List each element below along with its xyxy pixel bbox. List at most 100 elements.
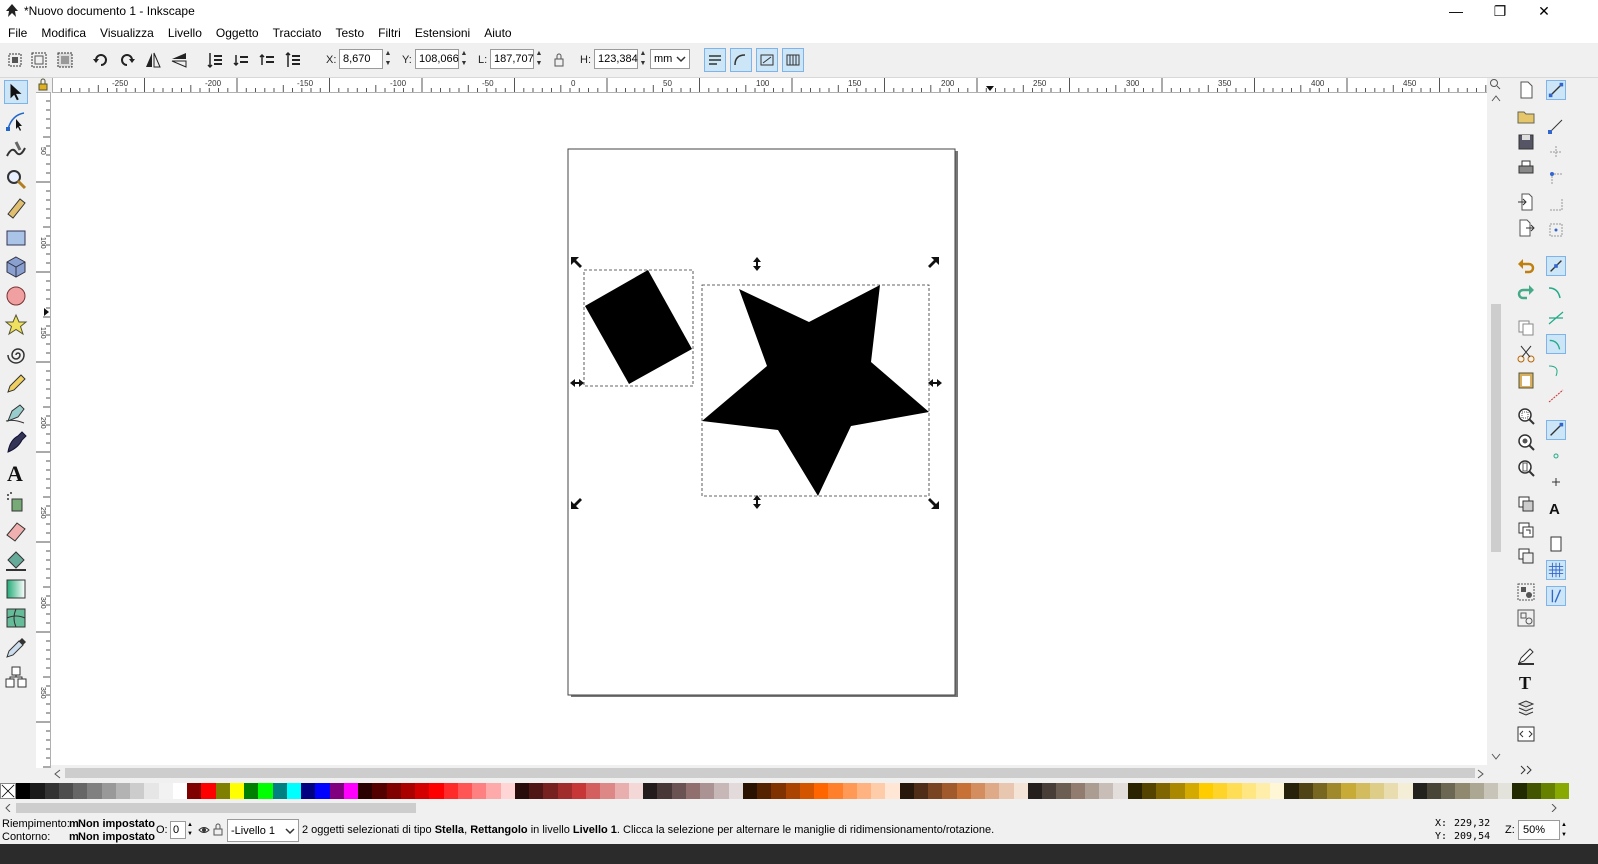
- palette-swatch[interactable]: [44, 783, 59, 799]
- palette-swatch[interactable]: [1512, 783, 1527, 799]
- palette-swatch[interactable]: [942, 783, 957, 799]
- palette-swatch[interactable]: [1341, 783, 1356, 799]
- menu-testo[interactable]: Testo: [328, 26, 371, 40]
- palette-swatch[interactable]: [1540, 783, 1555, 799]
- snap-bbox-edge-icon[interactable]: [1546, 142, 1566, 162]
- scroll-right-icon[interactable]: [1477, 769, 1485, 779]
- undo-icon[interactable]: [1516, 256, 1536, 276]
- new-document-icon[interactable]: [1516, 80, 1536, 100]
- no-paint-swatch-icon[interactable]: [0, 783, 16, 799]
- palette-swatch[interactable]: [1455, 783, 1470, 799]
- palette-swatch[interactable]: [1298, 783, 1313, 799]
- import-icon[interactable]: [1516, 192, 1536, 212]
- palette-swatch[interactable]: [586, 783, 601, 799]
- unlink-clone-icon[interactable]: [1516, 546, 1536, 566]
- fill-stroke-icon[interactable]: [1516, 646, 1536, 666]
- palette-swatch[interactable]: [1483, 783, 1498, 799]
- palette-swatch[interactable]: [172, 783, 187, 799]
- palette-swatch[interactable]: [343, 783, 358, 799]
- select-all-icon[interactable]: [6, 51, 24, 69]
- palette-scroll-thumb[interactable]: [16, 803, 416, 813]
- palette-swatch[interactable]: [115, 783, 130, 799]
- lower-to-bottom-icon[interactable]: [206, 51, 224, 69]
- pencil-tool[interactable]: [4, 372, 28, 396]
- snap-nodes-icon[interactable]: [1546, 256, 1566, 276]
- ellipse-tool[interactable]: [4, 284, 28, 308]
- layer-lock-icon[interactable]: [213, 823, 223, 836]
- vertical-scrollbar[interactable]: [1490, 92, 1502, 764]
- palette-swatch[interactable]: [1056, 783, 1071, 799]
- palette-swatch[interactable]: [700, 783, 715, 799]
- palette-swatch[interactable]: [543, 783, 558, 799]
- text-tool[interactable]: A: [4, 460, 28, 486]
- palette-swatch[interactable]: [1441, 783, 1456, 799]
- palette-swatch[interactable]: [272, 783, 287, 799]
- snap-grid-icon[interactable]: [1546, 560, 1566, 580]
- palette-swatch[interactable]: [885, 783, 900, 799]
- selector-tool[interactable]: [4, 80, 28, 104]
- palette-swatch[interactable]: [1255, 783, 1270, 799]
- tweak-tool[interactable]: [4, 138, 28, 162]
- palette-swatch[interactable]: [258, 783, 273, 799]
- canvas-svg[interactable]: [51, 93, 1487, 765]
- gradient-tool[interactable]: [4, 577, 28, 601]
- palette-swatch[interactable]: [1213, 783, 1228, 799]
- zoom-drawing-icon[interactable]: [1516, 432, 1536, 452]
- snap-smooth-nodes-icon[interactable]: [1546, 360, 1566, 380]
- zoom-spin-arrows[interactable]: ▲ ▼: [1561, 820, 1569, 840]
- more-chevron-icon[interactable]: [1516, 760, 1536, 780]
- palette-swatch[interactable]: [757, 783, 772, 799]
- horizontal-scroll-thumb[interactable]: [65, 768, 1475, 778]
- zoom-input[interactable]: 50%: [1518, 820, 1560, 840]
- palette-swatch[interactable]: [628, 783, 643, 799]
- node-tool[interactable]: [4, 109, 28, 133]
- palette-swatch[interactable]: [899, 783, 914, 799]
- palette-swatch[interactable]: [286, 783, 301, 799]
- menu-oggetto[interactable]: Oggetto: [209, 26, 266, 40]
- rotate-ccw-icon[interactable]: [92, 51, 110, 69]
- 3d-box-tool[interactable]: [4, 255, 28, 279]
- horizontal-scrollbar[interactable]: [51, 766, 1487, 780]
- horizontal-ruler[interactable]: -250 -200 -150 -100 -50 0 50 100 150 200…: [52, 78, 1487, 93]
- zoom-correction-icon[interactable]: [1489, 78, 1501, 90]
- palette-swatch[interactable]: [671, 783, 686, 799]
- rectangle-tool[interactable]: [4, 226, 28, 250]
- palette-swatch[interactable]: [472, 783, 487, 799]
- deselect-icon[interactable]: [56, 51, 74, 69]
- palette-swatch[interactable]: [814, 783, 829, 799]
- palette-swatch[interactable]: [244, 783, 259, 799]
- palette-swatch[interactable]: [486, 783, 501, 799]
- palette-swatch[interactable]: [1127, 783, 1142, 799]
- palette-swatch[interactable]: [386, 783, 401, 799]
- guide-lock-icon[interactable]: [37, 78, 49, 91]
- snap-enable-icon[interactable]: [1546, 80, 1566, 100]
- move-patterns-toggle[interactable]: [782, 48, 804, 72]
- paint-bucket-tool[interactable]: [4, 548, 28, 572]
- snap-rotation-center-icon[interactable]: [1546, 472, 1566, 492]
- menu-file[interactable]: File: [0, 26, 34, 40]
- snap-intersections-icon[interactable]: [1546, 308, 1566, 328]
- snap-midpoints-icon[interactable]: [1546, 386, 1566, 406]
- palette-swatch[interactable]: [1384, 783, 1399, 799]
- palette-swatch[interactable]: [714, 783, 729, 799]
- palette-swatch[interactable]: [856, 783, 871, 799]
- width-input[interactable]: 187,707: [490, 49, 534, 69]
- palette-swatch[interactable]: [372, 783, 387, 799]
- palette-swatch[interactable]: [187, 783, 202, 799]
- palette-swatch[interactable]: [229, 783, 244, 799]
- open-folder-icon[interactable]: [1516, 106, 1536, 126]
- ungroup-icon[interactable]: [1516, 608, 1536, 628]
- palette-swatch[interactable]: [799, 783, 814, 799]
- palette-swatch[interactable]: [1369, 783, 1384, 799]
- snap-cusp-nodes-icon[interactable]: [1546, 334, 1566, 354]
- zoom-tool[interactable]: [4, 167, 28, 191]
- measure-tool[interactable]: [4, 196, 28, 220]
- palette-swatch[interactable]: [785, 783, 800, 799]
- maximize-button[interactable]: ❐: [1477, 0, 1523, 22]
- palette-swatch[interactable]: [500, 783, 515, 799]
- palette-swatch[interactable]: [443, 783, 458, 799]
- palette-scrollbar[interactable]: [0, 800, 1570, 816]
- palette-swatch[interactable]: [614, 783, 629, 799]
- palette-swatch[interactable]: [301, 783, 316, 799]
- minimize-button[interactable]: —: [1433, 0, 1479, 22]
